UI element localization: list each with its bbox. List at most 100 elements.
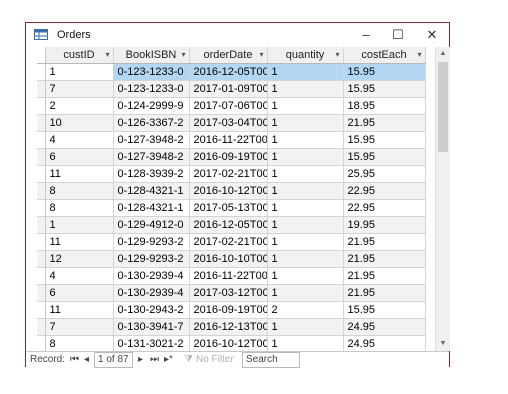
table-row[interactable]: 4 0-130-2939-4 2016-11-22T00: 1 21.95 xyxy=(37,267,426,285)
table-cell[interactable]: 12 xyxy=(45,250,114,268)
table-cell[interactable]: 0-128-4321-1 xyxy=(113,199,190,217)
table-row[interactable]: 12 0-129-9293-2 2016-10-10T00: 1 21.95 xyxy=(37,250,426,268)
column-header-costeach[interactable]: costEach ▾ xyxy=(343,47,426,64)
table-cell[interactable]: 11 xyxy=(45,301,114,319)
table-cell[interactable]: 0-124-2999-9 xyxy=(113,97,190,115)
table-row[interactable]: 11 0-130-2943-2 2016-09-19T00: 2 15.95 xyxy=(37,301,426,319)
maximize-button[interactable]: ☐ xyxy=(384,25,412,45)
row-selector[interactable] xyxy=(37,97,46,115)
table-cell[interactable]: 2017-05-13T00: xyxy=(189,199,268,217)
table-cell[interactable]: 0-129-9293-2 xyxy=(113,250,190,268)
table-cell[interactable]: 1 xyxy=(267,318,344,336)
table-row[interactable]: 8 0-131-3021-2 2016-10-12T00: 1 24.95 xyxy=(37,335,426,351)
table-cell[interactable]: 2016-09-19T00: xyxy=(189,301,268,319)
table-cell[interactable]: 1 xyxy=(267,267,344,285)
row-selector[interactable] xyxy=(37,267,46,285)
table-cell[interactable]: 1 xyxy=(45,63,114,81)
table-cell[interactable]: 8 xyxy=(45,199,114,217)
table-cell[interactable]: 1 xyxy=(267,182,344,200)
table-cell[interactable]: 2016-12-13T00: xyxy=(189,318,268,336)
table-cell[interactable]: 18.95 xyxy=(343,97,426,115)
column-header-quantity[interactable]: quantity ▾ xyxy=(267,47,344,64)
table-cell[interactable]: 15.95 xyxy=(343,80,426,98)
vertical-scrollbar[interactable]: ▲ ▼ xyxy=(435,47,450,351)
row-selector[interactable] xyxy=(37,80,46,98)
row-selector[interactable] xyxy=(37,182,46,200)
table-cell[interactable]: 21.95 xyxy=(343,233,426,251)
table-row[interactable]: 7 0-123-1233-0 2017-01-09T00: 1 15.95 xyxy=(37,80,426,98)
table-cell[interactable]: 1 xyxy=(267,63,344,81)
record-position-field[interactable]: 1 of 87 xyxy=(94,352,133,368)
table-cell[interactable]: 2 xyxy=(45,97,114,115)
table-cell[interactable]: 0-126-3367-2 xyxy=(113,114,190,132)
table-cell[interactable]: 0-123-1233-0 xyxy=(113,80,190,98)
table-row[interactable]: 4 0-127-3948-2 2016-11-22T00: 1 15.95 xyxy=(37,131,426,149)
close-button[interactable]: ✕ xyxy=(418,25,446,45)
minimize-button[interactable]: – xyxy=(352,25,380,45)
table-cell[interactable]: 0-130-3941-7 xyxy=(113,318,190,336)
table-cell[interactable]: 11 xyxy=(45,233,114,251)
first-record-icon[interactable]: ⏮ xyxy=(70,354,79,365)
table-cell[interactable]: 24.95 xyxy=(343,318,426,336)
sort-dropdown-icon[interactable]: ▾ xyxy=(259,50,263,59)
table-cell[interactable]: 2 xyxy=(267,301,344,319)
table-cell[interactable]: 2016-11-22T00: xyxy=(189,131,268,149)
table-cell[interactable]: 11 xyxy=(45,165,114,183)
table-cell[interactable]: 0-131-3021-2 xyxy=(113,335,190,351)
table-cell[interactable]: 24.95 xyxy=(343,335,426,351)
row-selector[interactable] xyxy=(37,318,46,336)
table-cell[interactable]: 10 xyxy=(45,114,114,132)
row-selector[interactable] xyxy=(37,216,46,234)
table-cell[interactable]: 2017-02-21T00: xyxy=(189,233,268,251)
table-cell[interactable]: 21.95 xyxy=(343,250,426,268)
row-selector[interactable] xyxy=(37,335,46,351)
next-record-icon[interactable]: ▸ xyxy=(138,354,143,365)
table-cell[interactable]: 19.95 xyxy=(343,216,426,234)
table-row[interactable]: 7 0-130-3941-7 2016-12-13T00: 1 24.95 xyxy=(37,318,426,336)
row-selector[interactable] xyxy=(37,250,46,268)
table-cell[interactable]: 8 xyxy=(45,182,114,200)
table-cell[interactable]: 2017-03-04T00: xyxy=(189,114,268,132)
sort-dropdown-icon[interactable]: ▾ xyxy=(181,50,185,59)
table-cell[interactable]: 0-127-3948-2 xyxy=(113,148,190,166)
row-selector[interactable] xyxy=(37,284,46,302)
table-cell[interactable]: 6 xyxy=(45,284,114,302)
previous-record-icon[interactable]: ◂ xyxy=(84,354,89,365)
row-selector[interactable] xyxy=(37,131,46,149)
column-header-bookisbn[interactable]: BookISBN ▾ xyxy=(113,47,190,64)
table-cell[interactable]: 2016-12-05T00: xyxy=(189,63,268,81)
table-cell[interactable]: 2016-10-12T00: xyxy=(189,335,268,351)
table-row[interactable]: 11 0-128-3939-2 2017-02-21T00: 1 25.95 xyxy=(37,165,426,183)
table-row[interactable]: 8 0-128-4321-1 2017-05-13T00: 1 22.95 xyxy=(37,199,426,217)
table-cell[interactable]: 7 xyxy=(45,318,114,336)
table-cell[interactable]: 0-130-2939-4 xyxy=(113,284,190,302)
table-cell[interactable]: 2016-09-19T00: xyxy=(189,148,268,166)
table-cell[interactable]: 1 xyxy=(267,250,344,268)
table-cell[interactable]: 1 xyxy=(267,148,344,166)
sort-dropdown-icon[interactable]: ▾ xyxy=(335,50,339,59)
table-cell[interactable]: 4 xyxy=(45,131,114,149)
row-selector[interactable] xyxy=(37,165,46,183)
table-cell[interactable]: 0-128-4321-1 xyxy=(113,182,190,200)
table-cell[interactable]: 1 xyxy=(267,233,344,251)
scroll-up-icon[interactable]: ▲ xyxy=(436,47,450,61)
table-row[interactable]: 10 0-126-3367-2 2017-03-04T00: 1 21.95 xyxy=(37,114,426,132)
table-cell[interactable]: 1 xyxy=(267,165,344,183)
table-row[interactable]: 6 0-127-3948-2 2016-09-19T00: 1 15.95 xyxy=(37,148,426,166)
table-cell[interactable]: 1 xyxy=(267,97,344,115)
table-row[interactable]: 6 0-130-2939-4 2017-03-12T00: 1 21.95 xyxy=(37,284,426,302)
last-record-icon[interactable]: ⏭ xyxy=(150,354,159,365)
table-cell[interactable]: 22.95 xyxy=(343,199,426,217)
row-selector[interactable] xyxy=(37,114,46,132)
table-cell[interactable]: 15.95 xyxy=(343,63,426,81)
search-input[interactable]: Search xyxy=(242,352,300,368)
table-cell[interactable]: 0-123-1233-0 xyxy=(113,63,190,81)
table-cell[interactable]: 0-129-4912-0 xyxy=(113,216,190,234)
row-selector[interactable] xyxy=(37,301,46,319)
table-cell[interactable]: 25.95 xyxy=(343,165,426,183)
table-cell[interactable]: 0-130-2939-4 xyxy=(113,267,190,285)
no-filter-button[interactable]: No Filter xyxy=(196,354,234,365)
scroll-down-icon[interactable]: ▼ xyxy=(436,337,450,351)
table-cell[interactable]: 15.95 xyxy=(343,301,426,319)
table-row[interactable]: 8 0-128-4321-1 2016-10-12T00: 1 22.95 xyxy=(37,182,426,200)
